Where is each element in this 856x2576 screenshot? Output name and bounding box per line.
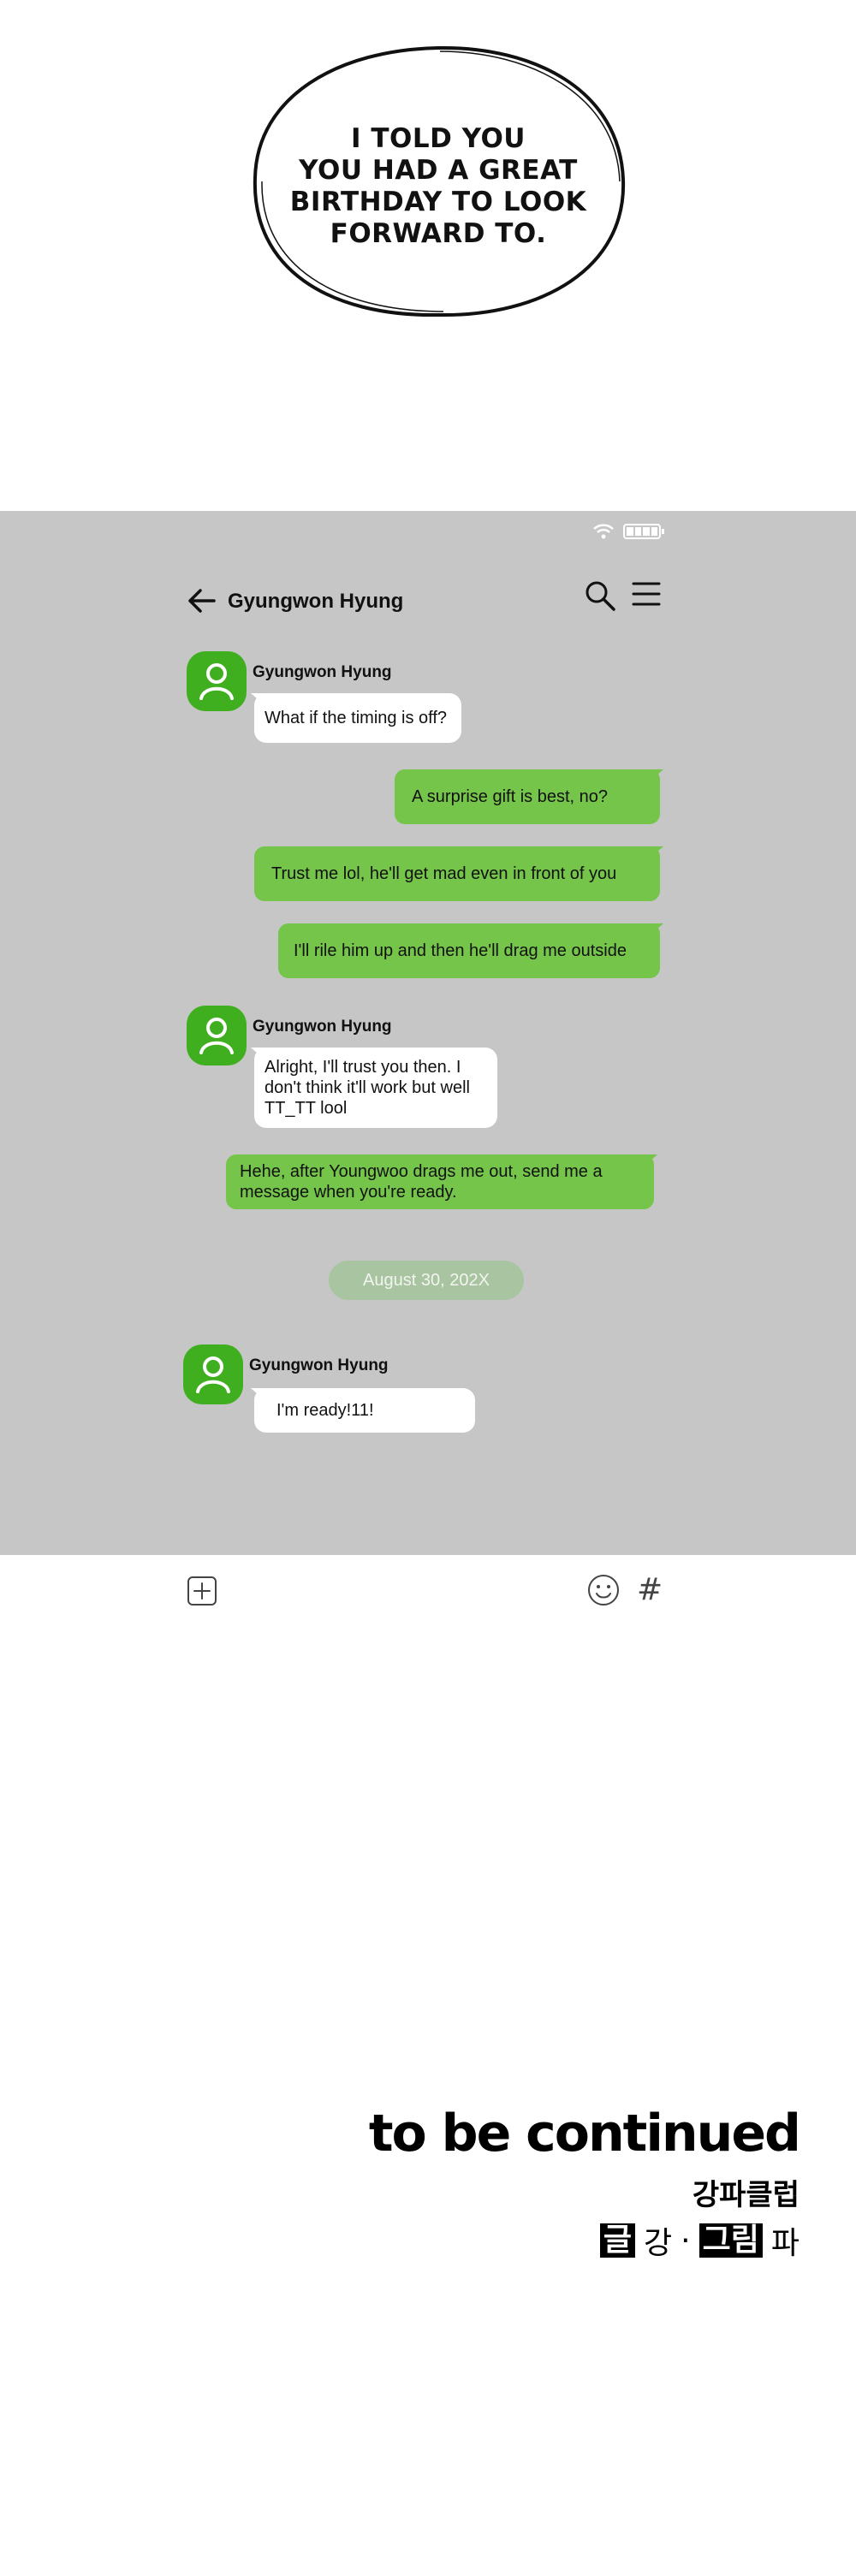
- speech-bubble: I TOLD YOU YOU HAD A GREAT BIRTHDAY TO L…: [250, 45, 627, 320]
- person-icon: [199, 663, 234, 700]
- chat-screen: Gyungwon Hyung Gyungwon Hyung What if th…: [0, 511, 856, 1555]
- writer-name: 강: [644, 2226, 673, 2261]
- writer-label: 글: [599, 2223, 636, 2258]
- person-icon: [199, 1018, 234, 1054]
- smiley-icon[interactable]: [587, 1574, 620, 1606]
- message-text: A surprise gift is best, no?: [412, 787, 609, 806]
- plus-square-icon[interactable]: [187, 1576, 217, 1606]
- to-be-continued: to be continued: [368, 2104, 801, 2163]
- back-arrow-icon[interactable]: [187, 588, 216, 614]
- sender-name: Gyungwon Hyung: [253, 1018, 392, 1036]
- incoming-message: I'm ready!11!: [254, 1388, 475, 1433]
- artist-name: 파: [770, 2226, 800, 2261]
- status-bar: [592, 523, 664, 540]
- wifi-icon: [593, 524, 614, 539]
- outgoing-message: Trust me lol, he'll get mad even in fron…: [254, 846, 660, 901]
- message-text: I'll rile him up and then he'll drag me …: [294, 941, 627, 960]
- chat-title: Gyungwon Hyung: [228, 590, 404, 613]
- chat-header: Gyungwon Hyung: [187, 579, 661, 622]
- hashtag-icon[interactable]: #: [637, 1572, 663, 1607]
- message-line: TT_TT lool: [265, 1099, 348, 1118]
- battery-icon: [623, 524, 664, 539]
- speech-line: FORWARD TO.: [330, 218, 547, 249]
- avatar[interactable]: [183, 1344, 243, 1404]
- outgoing-message: Hehe, after Youngwoo drags me out, send …: [226, 1154, 654, 1209]
- speech-bubble-text: I TOLD YOU YOU HAD A GREAT BIRTHDAY TO L…: [284, 123, 592, 250]
- search-icon[interactable]: [584, 579, 616, 612]
- message-text: What if the timing is off?: [265, 709, 448, 727]
- speech-line: YOU HAD A GREAT: [299, 155, 578, 186]
- speech-line: BIRTHDAY TO LOOK: [289, 187, 587, 217]
- message-line: don't think it'll work but well: [265, 1078, 470, 1097]
- sender-name: Gyungwon Hyung: [253, 663, 392, 681]
- speech-line: I TOLD YOU: [351, 123, 526, 154]
- outgoing-message: A surprise gift is best, no?: [395, 769, 660, 824]
- artist-label: 그림: [698, 2223, 763, 2258]
- message-input-bar: #: [0, 1555, 856, 1623]
- incoming-message: Alright, I'll trust you then. I don't th…: [254, 1048, 497, 1128]
- date-divider: August 30, 202X: [329, 1261, 524, 1300]
- incoming-message: What if the timing is off?: [254, 693, 461, 743]
- studio-name: 강파클럽: [692, 2178, 800, 2212]
- message-line: Alright, I'll trust you then. I: [265, 1058, 461, 1077]
- person-icon: [196, 1356, 230, 1393]
- credits-line: 글 강 · 그림 파: [599, 2218, 800, 2263]
- message-line: message when you're ready.: [240, 1183, 457, 1202]
- avatar[interactable]: [187, 1006, 247, 1065]
- sender-name: Gyungwon Hyung: [249, 1356, 389, 1374]
- message-text: Trust me lol, he'll get mad even in fron…: [271, 864, 617, 883]
- menu-icon[interactable]: [632, 579, 661, 608]
- avatar[interactable]: [187, 651, 247, 711]
- message-text: I'm ready!11!: [276, 1401, 374, 1420]
- credits-separator: ·: [681, 2223, 691, 2258]
- outgoing-message: I'll rile him up and then he'll drag me …: [278, 923, 660, 978]
- message-line: Hehe, after Youngwoo drags me out, send …: [240, 1162, 603, 1181]
